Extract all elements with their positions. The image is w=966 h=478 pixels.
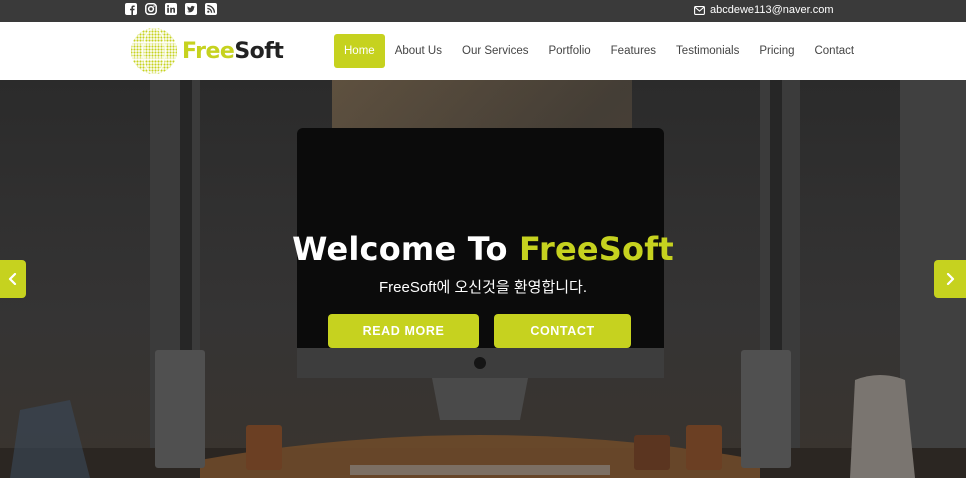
nav-contact[interactable]: Contact xyxy=(804,34,864,68)
envelope-icon xyxy=(694,5,705,15)
globe-logo-icon xyxy=(131,28,177,74)
chevron-left-icon xyxy=(8,273,17,285)
slider-prev-button[interactable] xyxy=(0,260,26,298)
hero-slider: Welcome To FreeSoft FreeSoft에 오신것을 환영합니다… xyxy=(0,80,966,478)
rss-icon[interactable] xyxy=(205,3,217,15)
site-logo[interactable]: FreeSoft xyxy=(130,27,284,75)
linkedin-icon[interactable] xyxy=(165,3,177,15)
main-nav: Home About Us Our Services Portfolio Fea… xyxy=(334,34,864,68)
contact-email[interactable]: abcdewe113@naver.com xyxy=(694,3,833,17)
nav-portfolio[interactable]: Portfolio xyxy=(538,34,600,68)
logo-text-free: Free xyxy=(182,38,235,64)
nav-testimonials[interactable]: Testimonials xyxy=(666,34,749,68)
twitter-icon[interactable] xyxy=(185,3,197,15)
hero-subtitle: FreeSoft에 오신것을 환영합니다. xyxy=(378,279,588,296)
main-header: FreeSoft Home About Us Our Services Port… xyxy=(0,22,966,81)
facebook-icon[interactable] xyxy=(125,3,137,15)
slider-next-button[interactable] xyxy=(934,260,966,298)
nav-pricing[interactable]: Pricing xyxy=(749,34,804,68)
instagram-icon[interactable] xyxy=(145,3,157,15)
email-text: abcdewe113@naver.com xyxy=(710,4,834,16)
nav-home[interactable]: Home xyxy=(334,34,385,68)
nav-features[interactable]: Features xyxy=(601,34,666,68)
read-more-button[interactable]: READ MORE xyxy=(328,314,479,348)
hero-title-prefix: Welcome To xyxy=(292,230,519,268)
logo-text-soft: Soft xyxy=(234,38,284,64)
nav-our-services[interactable]: Our Services xyxy=(452,34,538,68)
contact-button[interactable]: CONTACT xyxy=(494,314,631,348)
logo-text: FreeSoft xyxy=(182,38,284,64)
nav-about-us[interactable]: About Us xyxy=(385,34,452,68)
hero-title-highlight: FreeSoft xyxy=(519,230,674,268)
top-bar: abcdewe113@naver.com xyxy=(0,0,966,22)
social-links xyxy=(125,3,217,15)
hero-title: Welcome To FreeSoft xyxy=(0,230,966,268)
chevron-right-icon xyxy=(946,273,955,285)
